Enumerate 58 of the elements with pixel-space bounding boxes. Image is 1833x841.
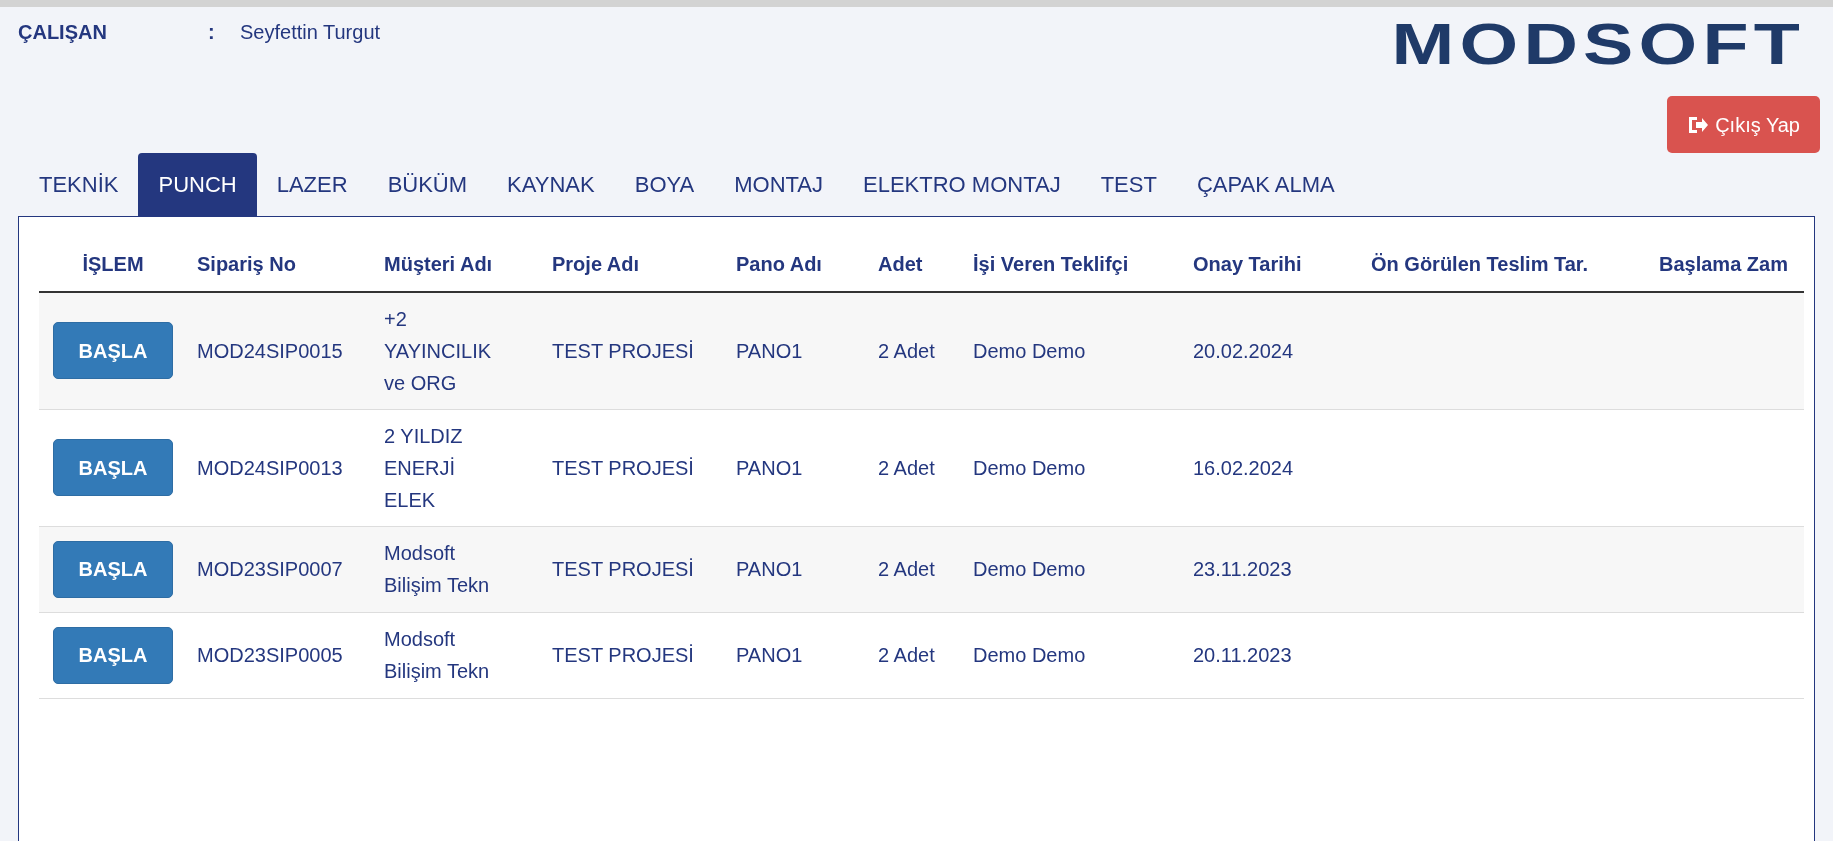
table-cell-text: Demo Demo [973,643,1087,668]
table-cell-text: 2 Adet [878,557,936,582]
table-cell-text: TEST PROJESİ [552,557,695,582]
sign-out-icon [1687,115,1710,134]
column-header: Proje Adı [542,237,726,292]
table-cell-text: PANO1 [736,557,804,582]
table-cell-text: 23.11.2023 [1193,557,1293,582]
start-button[interactable]: BAŞLA [53,322,173,380]
modsoft-logo: MODSOFT [1391,19,1805,69]
table-cell-text: Demo Demo [973,455,1087,481]
table-cell-text: MOD23SIP0005 [197,643,344,668]
column-header: Müşteri Adı [374,237,542,292]
column-header: Ön Görülen Teslim Tar. [1361,237,1649,292]
start-button[interactable]: BAŞLA [53,626,173,684]
tab[interactable]: MONTAJ [714,153,844,216]
table-cell-text: MOD24SIP0015 [197,338,344,364]
tab[interactable]: TEKNİK [19,153,139,216]
column-header: Sipariş No [187,237,374,292]
column-header: Pano Adı [726,237,868,292]
table-cell-text: 16.02.2024 [1193,455,1295,481]
tab[interactable]: PUNCH [138,153,257,216]
table-cell-text: TEST PROJESİ [552,338,695,364]
tab[interactable]: ÇAPAK ALMA [1176,153,1355,216]
tab[interactable]: BÜKÜM [367,153,488,216]
table-cell-text: Demo Demo [973,338,1087,364]
column-header: Onay Tarihi [1183,237,1361,292]
tab[interactable]: ELEKTRO MONTAJ [843,153,1081,216]
column-header: Başlama Zam [1649,237,1804,292]
table-cell-text: PANO1 [736,338,804,364]
tab[interactable]: LAZER [256,153,368,216]
tab[interactable]: TEST [1080,153,1177,216]
separator-colon: : [208,20,216,45]
table-cell-text: TEST PROJESİ [552,455,695,481]
table-cell-text: Demo Demo [973,557,1087,582]
table-cell-text: Modsoft Bilişim Tekn [384,627,491,684]
table-cell-text: 2 Adet [878,455,936,481]
employee-name: Seyfettin Turgut [240,20,381,45]
table-cell-text: PANO1 [736,455,804,481]
column-header: İşi Veren Teklifçi [963,237,1183,292]
logout-button[interactable]: Çıkış Yap [1667,96,1820,153]
start-button[interactable]: BAŞLA [53,540,173,598]
table-cell-text: +2 YAYINCILIK ve ORG [384,306,493,396]
employee-label: ÇALIŞAN [18,20,108,45]
table-cell-text: 2 Adet [878,338,936,364]
table-cell-text: MOD23SIP0007 [197,557,344,582]
column-header: İŞLEM [39,237,187,292]
table-cell-text: 2 YILDIZ ENERJİ ELEK [384,423,464,513]
table-cell-text: TEST PROJESİ [552,643,695,668]
table-cell-text: 20.11.2023 [1193,643,1293,668]
table-cell-text: PANO1 [736,643,804,668]
table-cell-text: 2 Adet [878,643,936,668]
tab[interactable]: BOYA [614,153,715,216]
start-button[interactable]: BAŞLA [53,439,173,496]
table-cell-text: MOD24SIP0013 [197,455,344,481]
table-cell-text: 20.02.2024 [1193,338,1295,364]
tab[interactable]: KAYNAK [487,153,615,216]
table-cell-text: Modsoft Bilişim Tekn [384,541,491,598]
column-header: Adet [868,237,963,292]
